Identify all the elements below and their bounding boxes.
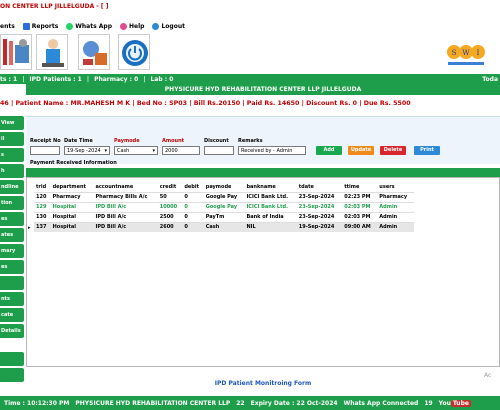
- paymode-label: Paymode: [114, 138, 140, 144]
- bottom-status-bar: Time : 10:12:30 PM PHYSICURE HYD REHABIL…: [0, 396, 500, 410]
- menu-item-logout[interactable]: Logout: [152, 22, 185, 30]
- payments-table: trid department accountname credit debit…: [34, 182, 414, 232]
- sidebar-item-16[interactable]: [0, 368, 24, 382]
- whatsapp-status-text: Whats App Connected: [343, 399, 419, 407]
- window-title: ON CENTER LLP JILLELGUDA - [ ]: [0, 0, 500, 12]
- lab-icon: [79, 35, 109, 69]
- remarks-field[interactable]: Received by - Admin: [238, 146, 306, 155]
- print-button[interactable]: Print: [414, 146, 440, 155]
- paymode-select[interactable]: Cash ▾: [114, 146, 158, 155]
- menu-item-whatsapp[interactable]: Whats App: [66, 22, 112, 30]
- payment-form: Receipt No Date Time Paymode Amount Disc…: [26, 116, 500, 164]
- report-icon: [22, 22, 30, 30]
- menu-item-help[interactable]: Help: [120, 22, 144, 30]
- chevron-down-icon: ▾: [152, 148, 155, 154]
- table-header-row: trid department accountname credit debit…: [34, 182, 414, 192]
- svg-text:W: W: [462, 49, 470, 57]
- col-accountname[interactable]: accountname: [93, 182, 158, 192]
- expiry-text: Expiry Date : 22 Oct-2024: [250, 399, 338, 407]
- power-icon: [119, 35, 149, 69]
- col-tdate[interactable]: tdate: [296, 182, 343, 192]
- col-bankname[interactable]: bankname: [244, 182, 297, 192]
- sidebar-item-8[interactable]: ates: [0, 228, 24, 242]
- table-row[interactable]: 130 Hospital IPD Bill A/c 2500 0 PayTm B…: [34, 211, 414, 222]
- receipt-no-field[interactable]: [30, 146, 60, 155]
- sidebar-item-10[interactable]: es: [0, 260, 24, 274]
- chevron-down-icon: ▾: [104, 148, 107, 154]
- remarks-label: Remarks: [238, 138, 263, 144]
- table-row-selected[interactable]: 137 Hospital IPD Bill A/c 2600 0 Cash NI…: [34, 221, 414, 232]
- count-text: 22: [236, 399, 245, 407]
- sidebar-item-9[interactable]: mary: [0, 244, 24, 258]
- col-paymode[interactable]: paymode: [203, 182, 245, 192]
- col-credit[interactable]: credit: [157, 182, 183, 192]
- youtube-icon: Tube: [450, 399, 471, 407]
- toolbar: [0, 34, 500, 74]
- menu-item-reports[interactable]: Reports: [22, 22, 58, 30]
- tools-icon: [1, 35, 31, 69]
- status-today: Toda: [482, 75, 498, 83]
- help-icon: [120, 22, 127, 30]
- amount-field[interactable]: 2000: [162, 146, 200, 155]
- svg-text:S: S: [452, 49, 457, 57]
- lab-button[interactable]: [78, 34, 110, 70]
- col-debit[interactable]: debit: [182, 182, 204, 192]
- grid-title-bar: [26, 168, 500, 177]
- table-row[interactable]: 120 Pharmacy Pharmacy Bills A/c 50 0 Goo…: [34, 191, 414, 202]
- status-strip: ts : 1 | IPD Patients : 1 | Pharmacy : 0…: [0, 74, 500, 84]
- update-button[interactable]: Update: [348, 146, 374, 155]
- row-pointer-icon: ▸: [28, 225, 31, 231]
- sidebar-item-12[interactable]: nts: [0, 292, 24, 306]
- doctor-button[interactable]: [36, 34, 68, 70]
- brand-logo: S W I: [446, 36, 486, 72]
- status-lab: Lab : 0: [150, 75, 174, 83]
- sidebar-item-6[interactable]: tion: [0, 196, 24, 210]
- col-department[interactable]: department: [50, 182, 94, 192]
- footer-form-label: IPD Patient Monitroing Form: [214, 380, 312, 387]
- sidebar-item-2[interactable]: il: [0, 132, 24, 146]
- doctor-icon: [37, 35, 67, 69]
- col-ttime[interactable]: ttime: [342, 182, 378, 192]
- sidebar-item-11[interactable]: [0, 276, 24, 290]
- sidebar-item-3[interactable]: s: [0, 148, 24, 162]
- status-patients: ts : 1: [0, 75, 18, 83]
- status-pharmacy: Pharmacy : 0: [94, 75, 139, 83]
- sidebar-item-15[interactable]: [0, 352, 24, 366]
- menu-bar: ents Reports Whats App Help Logout: [0, 20, 500, 32]
- receipt-no-label: Receipt No: [30, 138, 61, 144]
- table-row[interactable]: 129 Hospital IPD Bill A/c 10000 0 Google…: [34, 201, 414, 212]
- sidebar-item-7[interactable]: es: [0, 212, 24, 226]
- col-users[interactable]: users: [377, 182, 414, 192]
- sidebar-item-13[interactable]: cate: [0, 308, 24, 322]
- company-text: PHYSICURE HYD REHABILITATION CENTER LLP: [75, 399, 231, 407]
- sidebar-item-5[interactable]: ndline: [0, 180, 24, 194]
- date-picker[interactable]: 19-Sep -2024 ▾: [64, 146, 110, 155]
- whatsapp-icon: [66, 22, 74, 30]
- sidebar: View il s h ndline tion es ates mary es …: [0, 86, 24, 382]
- count-text-2: 19: [424, 399, 433, 407]
- power-button[interactable]: [118, 34, 150, 70]
- sidebar-item-4[interactable]: h: [0, 164, 24, 178]
- date-time-label: Date Time: [64, 138, 93, 144]
- sidebar-item-14[interactable]: Details: [0, 324, 24, 338]
- section-title: Payment Received Information: [30, 160, 117, 166]
- panel-header: PHYSICURE HYD REHABILITATION CENTER LLP …: [26, 84, 500, 95]
- youtube-link[interactable]: You Tube: [439, 399, 471, 407]
- discount-label: Discount: [204, 138, 229, 144]
- col-trid[interactable]: trid: [34, 182, 51, 192]
- tools-button[interactable]: [0, 34, 32, 70]
- sidebar-item-view[interactable]: View: [0, 116, 24, 130]
- logout-icon: [152, 22, 160, 30]
- amount-label: Amount: [162, 138, 185, 144]
- clock-text: Time : 10:12:30 PM: [4, 399, 70, 407]
- patient-info-bar: 46 | Patient Name : MR.MAHESH M K | Bed …: [0, 100, 411, 107]
- discount-field[interactable]: [204, 146, 234, 155]
- add-button[interactable]: Add: [316, 146, 342, 155]
- watermark-text: Ac: [484, 372, 492, 379]
- svg-text:I: I: [477, 49, 480, 57]
- delete-button[interactable]: Delete: [380, 146, 406, 155]
- menu-item-patients[interactable]: ents: [0, 23, 15, 30]
- status-ipd-patients: IPD Patients : 1: [29, 75, 82, 83]
